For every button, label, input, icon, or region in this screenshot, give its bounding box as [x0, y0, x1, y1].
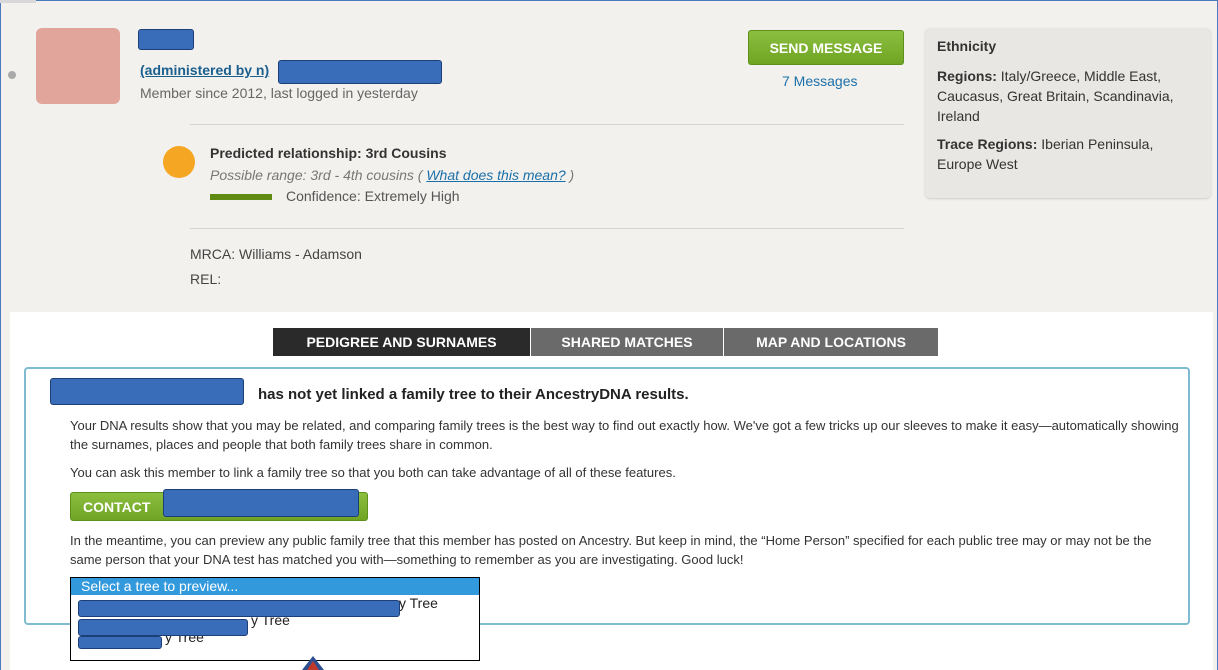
confidence-text: Confidence: Extremely High: [286, 188, 460, 204]
top-stub: [0, 0, 36, 3]
avatar: [36, 28, 120, 104]
range-close: ): [565, 167, 575, 183]
send-message-button[interactable]: SEND MESSAGE: [748, 30, 904, 65]
notice-paragraph-1: Your DNA results show that you may be re…: [70, 418, 1179, 452]
redacted-tree-name-1: [78, 600, 400, 617]
left-handle-dot: [8, 71, 16, 79]
ethnicity-trace-regions: Trace Regions: Iberian Peninsula, Europe…: [937, 134, 1199, 174]
redacted-contact-name: [163, 489, 359, 517]
relationship-range: Possible range: 3rd - 4th cousins ( What…: [210, 167, 574, 183]
relationship-title: Predicted relationship: 3rd Cousins: [210, 145, 447, 161]
contact-label: CONTACT: [83, 498, 151, 515]
divider-bottom: [190, 228, 904, 229]
redacted-member-name: [50, 378, 244, 405]
tab-shared-matches[interactable]: SHARED MATCHES: [531, 328, 724, 356]
ethnicity-regions: Regions: Italy/Greece, Middle East, Cauc…: [937, 66, 1199, 126]
messages-link[interactable]: 7 Messages: [782, 73, 857, 89]
relationship-indicator-icon: [163, 146, 195, 178]
tab-pedigree-and-surnames[interactable]: PEDIGREE AND SURNAMES: [273, 328, 531, 356]
redacted-tree-name-2: [78, 619, 248, 636]
admin-link[interactable]: (administered by n): [140, 62, 269, 78]
rel-note: REL:: [190, 271, 222, 287]
redacted-tree-name-3: [78, 636, 162, 649]
range-text: Possible range: 3rd - 4th cousins (: [210, 167, 427, 183]
select-placeholder-option[interactable]: Select a tree to preview...: [71, 578, 479, 595]
trace-label: Trace Regions:: [937, 136, 1038, 152]
regions-label: Regions:: [937, 68, 997, 84]
mrca-note: MRCA: Williams - Adamson: [190, 246, 362, 262]
confidence-bar: [210, 194, 272, 200]
tab-bar: PEDIGREE AND SURNAMES SHARED MATCHES MAP…: [273, 328, 939, 356]
redacted-admin-name: [278, 60, 442, 84]
what-does-this-mean-link[interactable]: What does this mean?: [426, 167, 565, 183]
tab-map-and-locations[interactable]: MAP AND LOCATIONS: [724, 328, 939, 356]
notice-paragraph-3: In the meantime, you can preview any pub…: [70, 533, 1152, 567]
tree-notice-title: has not yet linked a family tree to thei…: [258, 386, 689, 403]
ethnicity-card: Ethnicity Regions: Italy/Greece, Middle …: [925, 28, 1211, 198]
divider-top: [190, 124, 904, 125]
cursor-arrow-inner: [307, 661, 319, 670]
member-since-text: Member since 2012, last logged in yester…: [140, 85, 418, 101]
notice-paragraph-2: You can ask this member to link a family…: [70, 465, 676, 480]
redacted-name: [138, 29, 194, 50]
ethnicity-title: Ethnicity: [937, 38, 997, 54]
